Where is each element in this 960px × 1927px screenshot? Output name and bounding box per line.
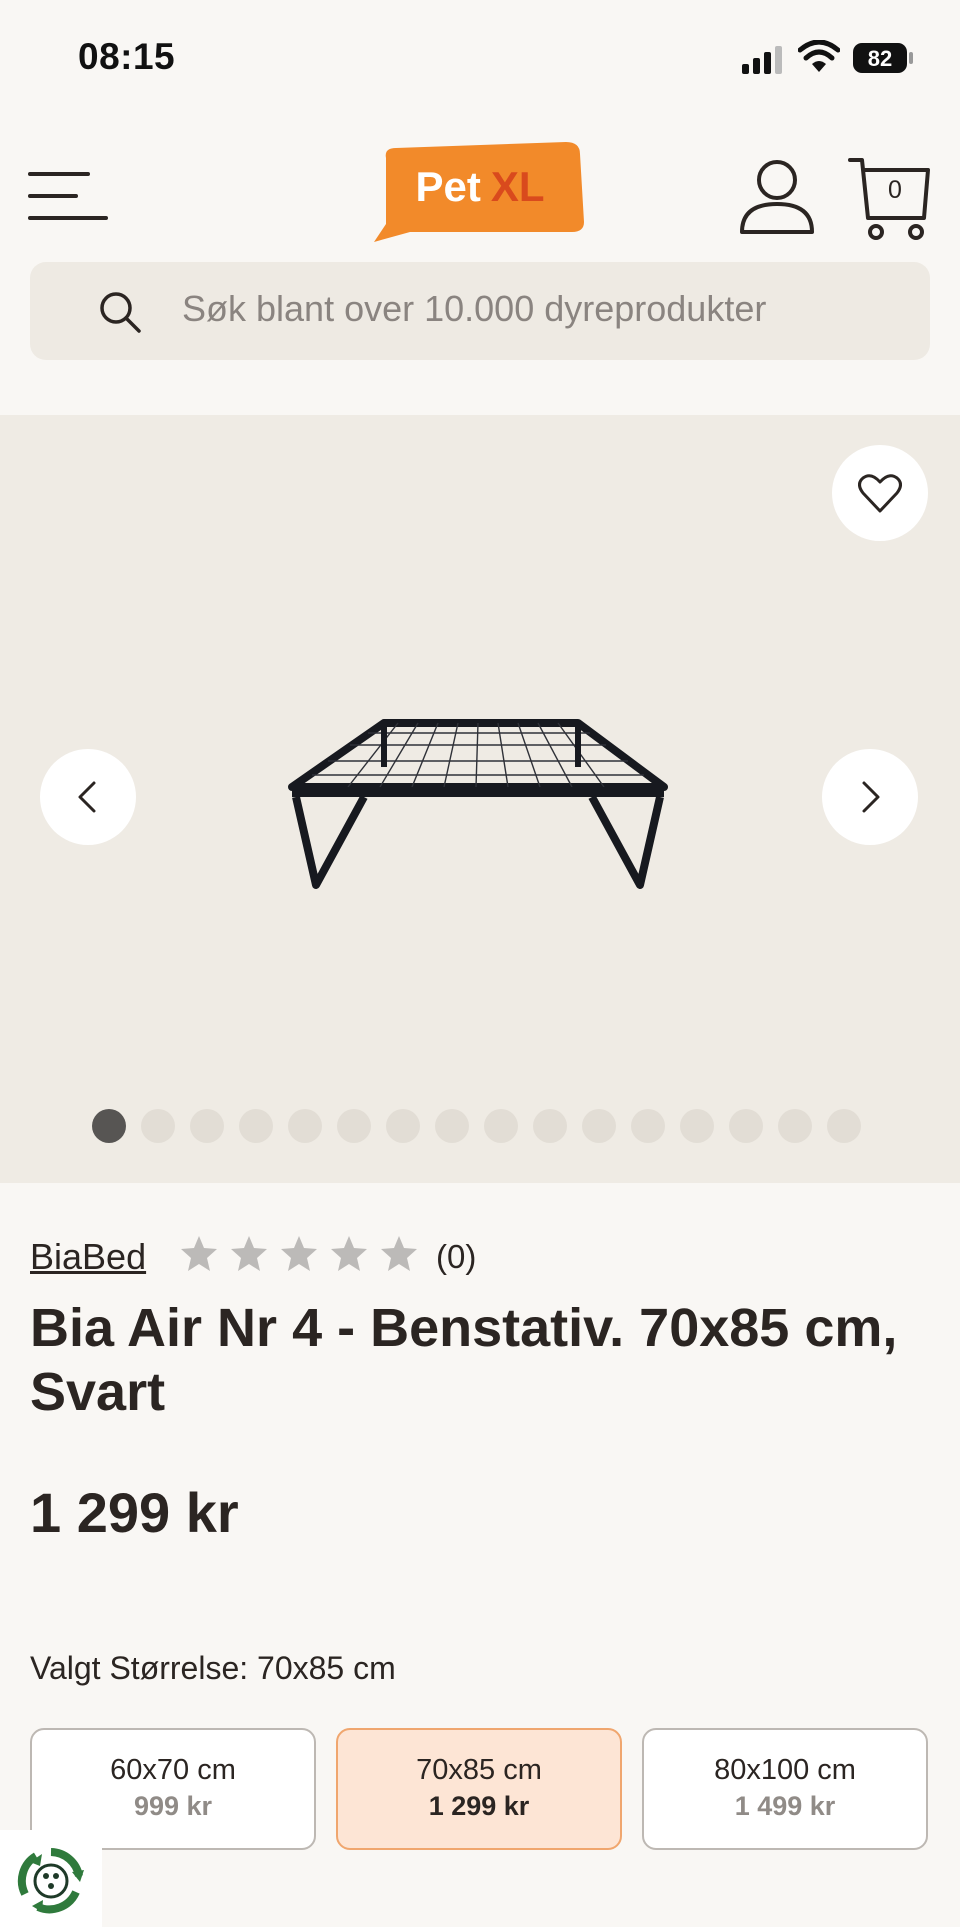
product-title: Bia Air Nr 4 - Benstativ. 70x85 cm, Svar… <box>30 1298 898 1422</box>
petxl-logo[interactable]: Pet XL <box>372 140 588 244</box>
size-option-80x100[interactable]: 80x100 cm 1 499 kr <box>642 1728 928 1850</box>
gallery-dot[interactable] <box>92 1109 126 1143</box>
chevron-left-icon <box>78 781 96 813</box>
star-rating[interactable] <box>180 1234 418 1272</box>
search-placeholder: Søk blant over 10.000 dyreprodukter <box>182 288 767 329</box>
account-button[interactable] <box>738 158 816 236</box>
cart-count-badge: 0 <box>888 176 902 204</box>
size-option-name: 80x100 cm <box>714 1754 856 1786</box>
size-options: 60x70 cm 999 kr 70x85 cm 1 299 kr 80x100… <box>30 1728 930 1850</box>
gallery-dot[interactable] <box>680 1109 714 1143</box>
star-icon <box>181 1236 217 1271</box>
gallery-dot[interactable] <box>778 1109 812 1143</box>
gallery-dot[interactable] <box>582 1109 616 1143</box>
logo-word-pet: Pet <box>415 163 481 210</box>
size-option-price: 1 499 kr <box>734 1791 836 1821</box>
logo-text: Pet XL <box>372 140 588 244</box>
gallery-dot[interactable] <box>435 1109 469 1143</box>
product-price: 1 299 kr <box>30 1481 239 1544</box>
star-icon <box>231 1236 267 1271</box>
favorite-button[interactable] <box>832 445 928 541</box>
logo-word-xl: XL <box>490 163 545 210</box>
size-option-name: 70x85 cm <box>416 1754 542 1786</box>
signal-icon <box>742 46 782 74</box>
account-icon <box>740 160 814 234</box>
gallery-dot[interactable] <box>239 1109 273 1143</box>
star-icon <box>331 1236 367 1271</box>
search-icon <box>100 292 141 333</box>
star-icon <box>381 1236 417 1271</box>
next-image-button[interactable] <box>822 749 918 845</box>
size-option-price: 999 kr <box>133 1791 213 1821</box>
gallery-dot[interactable] <box>288 1109 322 1143</box>
gallery-pagination <box>92 1109 861 1143</box>
size-option-name: 60x70 cm <box>110 1754 236 1786</box>
site-header: Pet XL 0 Søk blant over 10.000 dyreprodu… <box>0 110 960 415</box>
chevron-right-icon <box>862 781 880 813</box>
recycle-icon <box>17 1848 84 1914</box>
product-gallery[interactable] <box>0 415 960 1183</box>
size-option-price: 1 299 kr <box>428 1791 530 1821</box>
battery-level: 82 <box>868 46 892 71</box>
eco-badge[interactable] <box>0 1830 102 1927</box>
gallery-dot[interactable] <box>631 1109 665 1143</box>
rating-count: (0) <box>436 1238 477 1275</box>
gallery-dot[interactable] <box>729 1109 763 1143</box>
menu-icon <box>28 172 108 220</box>
status-time: 08:15 <box>78 36 176 77</box>
search-input[interactable]: Søk blant over 10.000 dyreprodukter <box>30 262 930 360</box>
product-image <box>288 719 668 889</box>
previous-image-button[interactable] <box>40 749 136 845</box>
product-page: 08:15 82 Pet XL 0 Søk blant over 10.000 … <box>0 0 960 1927</box>
gallery-dot[interactable] <box>533 1109 567 1143</box>
gallery-dot[interactable] <box>386 1109 420 1143</box>
star-icon <box>281 1236 317 1271</box>
gallery-dot[interactable] <box>190 1109 224 1143</box>
size-option-70x85[interactable]: 70x85 cm 1 299 kr <box>336 1728 622 1850</box>
cart-button[interactable]: 0 <box>848 156 932 242</box>
heart-icon <box>858 474 902 513</box>
gallery-dot[interactable] <box>827 1109 861 1143</box>
brand-link[interactable]: BiaBed <box>30 1236 146 1278</box>
gallery-dot[interactable] <box>484 1109 518 1143</box>
gallery-dot[interactable] <box>337 1109 371 1143</box>
gallery-dot[interactable] <box>141 1109 175 1143</box>
status-bar: 08:15 82 <box>0 0 960 110</box>
selected-size-label: Valgt Størrelse: 70x85 cm <box>30 1650 396 1686</box>
wifi-icon <box>798 40 840 72</box>
battery-icon: 82 <box>853 43 913 73</box>
menu-button[interactable] <box>28 166 110 226</box>
